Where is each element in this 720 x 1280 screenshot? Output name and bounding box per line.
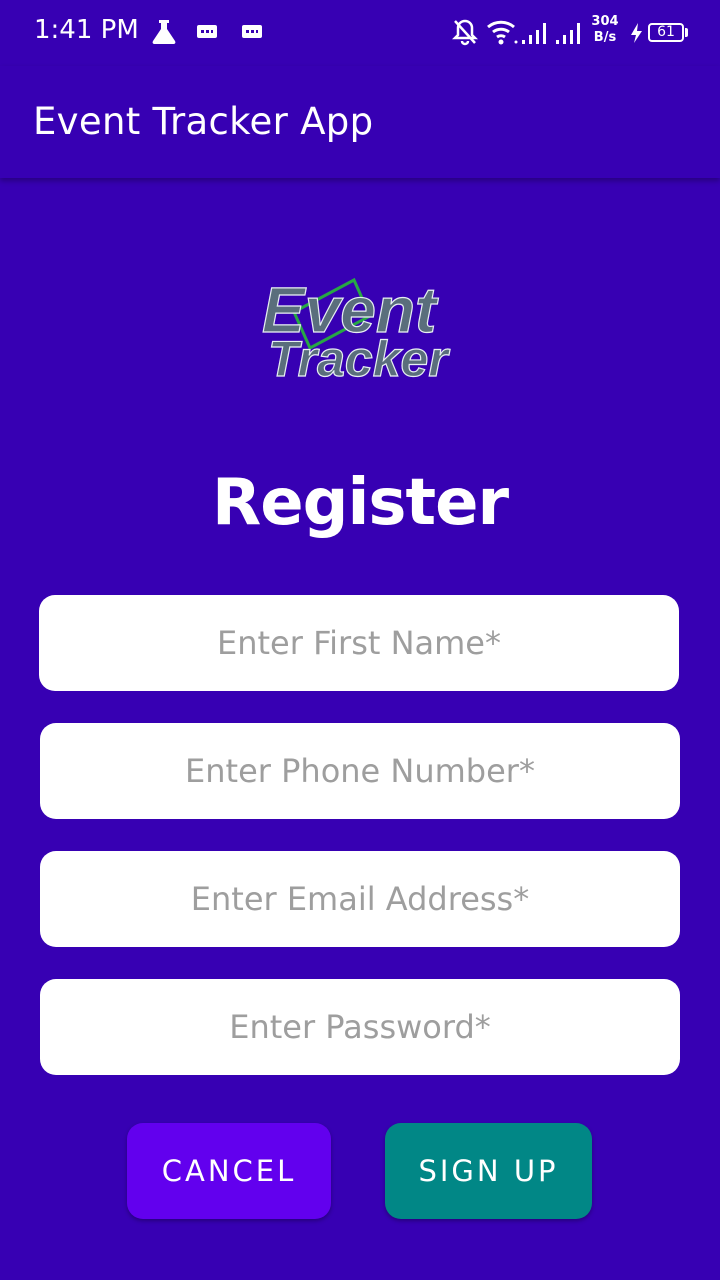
cancel-button[interactable]: CANCEL [127,1123,331,1219]
battery-icon: 61 [648,23,684,42]
event-tracker-logo: Event Tracker [261,273,451,382]
password-field[interactable] [40,979,680,1075]
wifi-icon [487,20,518,45]
email-address-field[interactable] [40,851,680,947]
network-speed-value: 304 [591,14,619,29]
phone-number-field[interactable] [40,723,680,819]
network-speed: 304 B/s [590,14,620,46]
battery-tip [685,28,688,37]
signal-icon [556,23,580,44]
app-bar: Event Tracker App [0,66,720,178]
signal-icon [522,23,546,44]
charging-icon [631,23,642,43]
sign-up-button[interactable]: SIGN UP [385,1123,592,1219]
flask-icon [152,20,176,44]
bell-off-icon [452,19,478,46]
register-heading: Register [211,466,509,540]
app-title: Event Tracker App [33,100,374,143]
status-bar: 1:41 PM 304 B/s 61 [0,0,720,66]
message-icon [242,25,262,38]
network-speed-unit: B/s [593,30,617,45]
first-name-field[interactable] [39,595,679,691]
logo-text-tracker: Tracker [268,331,450,382]
status-time: 1:41 PM [34,15,139,45]
message-icon [197,25,217,38]
